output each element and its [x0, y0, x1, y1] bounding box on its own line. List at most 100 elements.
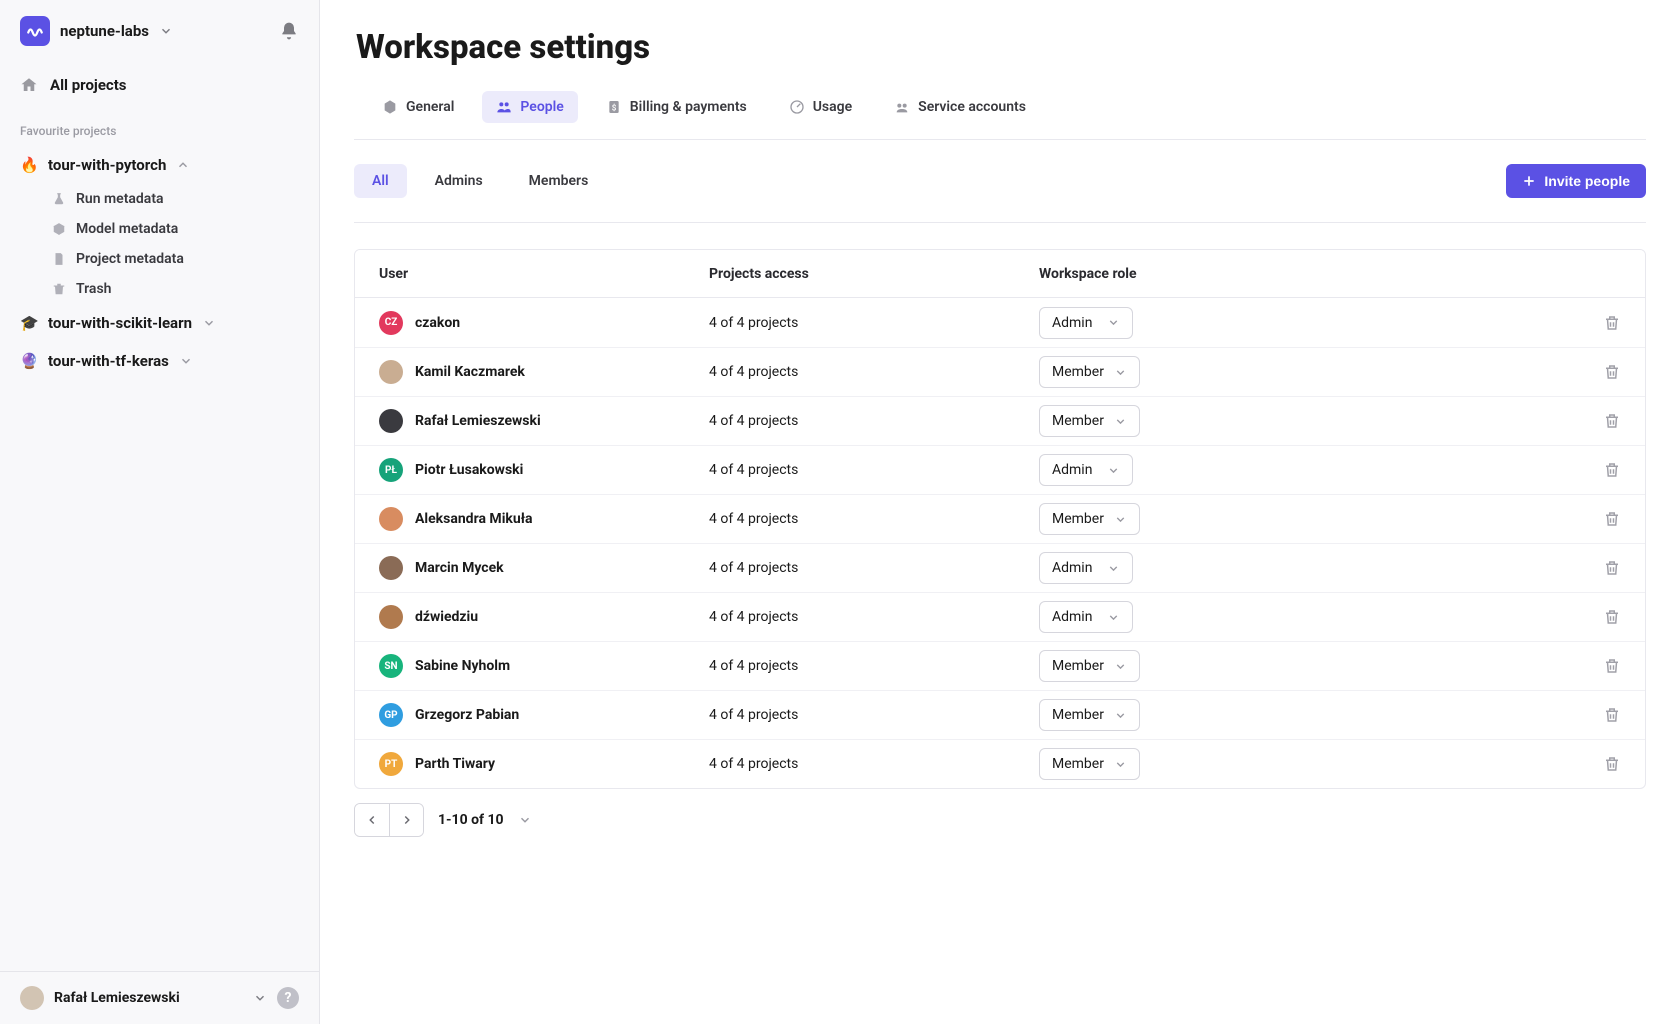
role-dropdown[interactable]: Member [1039, 699, 1140, 731]
remove-user-button[interactable] [1603, 559, 1621, 577]
user-avatar: CZ [379, 311, 403, 335]
project-emoji: 🔥 [20, 156, 38, 174]
sidebar-sub-run-metadata[interactable]: Run metadata [0, 184, 319, 214]
user-avatar [379, 409, 403, 433]
role-dropdown[interactable]: Member [1039, 356, 1140, 388]
sidebar-sub-model-metadata[interactable]: Model metadata [0, 214, 319, 244]
role-dropdown[interactable]: Member [1039, 650, 1140, 682]
filter-pill-members[interactable]: Members [511, 164, 607, 198]
table-row: Aleksandra Mikuła 4 of 4 projectsMember [355, 494, 1645, 543]
table-row: Marcin Mycek 4 of 4 projects Admin [355, 543, 1645, 592]
role-value: Member [1052, 413, 1104, 429]
projects-access: 4 of 4 projects [709, 609, 1039, 625]
workspace-logo [20, 16, 50, 46]
role-dropdown[interactable]: Admin [1039, 601, 1133, 633]
filter-pill-all[interactable]: All [354, 164, 407, 198]
chevron-down-icon [159, 24, 173, 38]
chevron-down-icon [1114, 660, 1127, 673]
user-avatar: PT [379, 752, 403, 776]
chevron-down-icon[interactable] [253, 991, 267, 1005]
role-dropdown[interactable]: Admin [1039, 454, 1133, 486]
dollar-icon: $ [606, 99, 622, 115]
user-name: czakon [415, 315, 460, 331]
remove-user-button[interactable] [1603, 608, 1621, 626]
sidebar-project-tour-with-tf-keras[interactable]: 🔮tour-with-tf-keras [0, 342, 319, 380]
gauge-icon [789, 99, 805, 115]
user-name: Marcin Mycek [415, 560, 504, 576]
role-dropdown[interactable]: Member [1039, 748, 1140, 780]
user-avatar [379, 605, 403, 629]
invite-people-button[interactable]: Invite people [1506, 164, 1646, 198]
role-dropdown[interactable]: Member [1039, 503, 1140, 535]
chevron-down-icon [1114, 366, 1127, 379]
sidebar-sub-project-metadata[interactable]: Project metadata [0, 244, 319, 274]
chevron-down-icon [1107, 611, 1120, 624]
user-avatar [379, 507, 403, 531]
projects-access: 4 of 4 projects [709, 511, 1039, 527]
chevron-down-icon [518, 813, 532, 827]
filter-bar: All Admins Members Invite people [354, 140, 1646, 223]
remove-user-button[interactable] [1603, 412, 1621, 430]
table-row: PŁPiotr Łusakowski4 of 4 projectsAdmin [355, 445, 1645, 494]
sidebar-sub-trash[interactable]: Trash [0, 274, 319, 304]
remove-user-button[interactable] [1603, 755, 1621, 773]
chevron-down-icon [1107, 562, 1120, 575]
tab-people[interactable]: People [482, 91, 577, 123]
tab-billing[interactable]: $ Billing & payments [592, 91, 761, 123]
tab-general[interactable]: General [368, 91, 468, 123]
help-button[interactable]: ? [277, 987, 299, 1009]
filter-pill-admins[interactable]: Admins [417, 164, 501, 198]
remove-user-button[interactable] [1603, 657, 1621, 675]
invite-button-label: Invite people [1544, 173, 1630, 189]
workspace-switcher[interactable]: neptune-labs [20, 16, 173, 46]
doc-icon [52, 252, 66, 266]
settings-tabs: General People $ Billing & payments Usage Ser… [354, 91, 1646, 140]
role-dropdown[interactable]: Admin [1039, 552, 1133, 584]
role-value: Admin [1052, 560, 1092, 576]
tab-service[interactable]: Service accounts [880, 91, 1040, 123]
sidebar-sub-label: Model metadata [76, 221, 178, 237]
table-row: dźwiedziu 4 of 4 projects Admin [355, 592, 1645, 641]
bot-icon [894, 99, 910, 115]
role-dropdown[interactable]: Admin [1039, 307, 1133, 339]
table-body: CZczakon4 of 4 projectsAdminKamil Kaczma… [355, 298, 1645, 788]
pager-prev-button[interactable] [355, 804, 389, 836]
user-name: Rafał Lemieszewski [415, 413, 541, 429]
project-name: tour-with-scikit-learn [48, 314, 192, 332]
table-header: User Projects access Workspace role [355, 250, 1645, 298]
tab-usage[interactable]: Usage [775, 91, 866, 123]
user-name: dźwiedziu [415, 609, 478, 625]
remove-user-button[interactable] [1603, 706, 1621, 724]
remove-user-button[interactable] [1603, 510, 1621, 528]
projects-access: 4 of 4 projects [709, 364, 1039, 380]
user-avatar: GP [379, 703, 403, 727]
sidebar-project-tour-with-pytorch[interactable]: 🔥tour-with-pytorch [0, 146, 319, 184]
chevron-left-icon [365, 813, 379, 827]
table-row: Rafał Lemieszewski4 of 4 projectsMember [355, 396, 1645, 445]
chevron-down-icon [1107, 316, 1120, 329]
chevron-down-icon [179, 354, 193, 368]
project-name: tour-with-tf-keras [48, 352, 169, 370]
pager-next-button[interactable] [389, 804, 423, 836]
role-value: Admin [1052, 609, 1092, 625]
remove-user-button[interactable] [1603, 363, 1621, 381]
user-name: Piotr Łusakowski [415, 462, 523, 478]
user-avatar [379, 360, 403, 384]
pager-pagesize-dropdown[interactable] [518, 813, 532, 827]
people-table: User Projects access Workspace role CZ cz… [354, 249, 1646, 789]
remove-user-button[interactable] [1603, 461, 1621, 479]
projects-access: 4 of 4 projects [709, 560, 1039, 576]
tab-label: General [406, 99, 454, 115]
user-name: Parth Tiwary [415, 756, 495, 772]
role-dropdown[interactable]: Member [1039, 405, 1140, 437]
notifications-bell-icon[interactable] [279, 21, 299, 41]
sidebar-all-projects[interactable]: All projects [0, 62, 319, 108]
sidebar-project-tour-with-scikit-learn[interactable]: 🎓tour-with-scikit-learn [0, 304, 319, 342]
tab-label: Billing & payments [630, 99, 747, 115]
th-access: Projects access [709, 266, 1039, 282]
remove-user-button[interactable] [1603, 314, 1621, 332]
plus-icon [1522, 174, 1536, 188]
role-value: Member [1052, 658, 1104, 674]
sidebar: neptune-labs All projects Favourite proj… [0, 0, 320, 1024]
user-name: Aleksandra Mikuła [415, 511, 533, 527]
